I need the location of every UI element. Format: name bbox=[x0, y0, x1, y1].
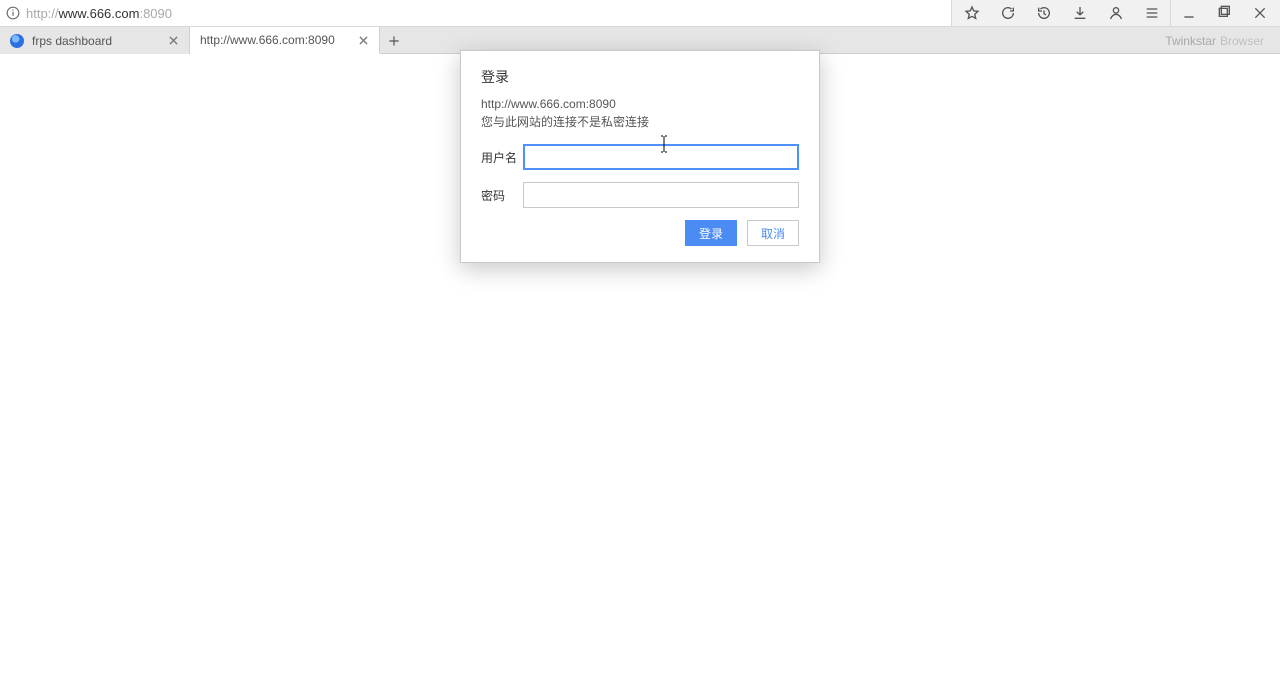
address-bar[interactable]: http://www.666.com:8090 bbox=[0, 0, 952, 27]
browser-toolbar: http://www.666.com:8090 bbox=[0, 0, 1280, 27]
minimize-icon bbox=[1181, 5, 1197, 21]
menu-button[interactable] bbox=[1134, 0, 1170, 27]
close-icon bbox=[359, 36, 368, 45]
reload-icon bbox=[1000, 5, 1016, 21]
dialog-button-row: 登录 取消 bbox=[481, 220, 799, 246]
account-button[interactable] bbox=[1098, 0, 1134, 27]
tab-title: frps dashboard bbox=[32, 34, 165, 48]
tab-title: http://www.666.com:8090 bbox=[200, 33, 355, 47]
dialog-title: 登录 bbox=[481, 67, 799, 87]
window-minimize-button[interactable] bbox=[1170, 0, 1206, 27]
history-icon bbox=[1036, 5, 1052, 21]
maximize-icon bbox=[1216, 5, 1232, 21]
favicon-icon bbox=[10, 34, 24, 48]
username-input[interactable] bbox=[523, 144, 799, 170]
downloads-button[interactable] bbox=[1062, 0, 1098, 27]
window-close-button[interactable] bbox=[1242, 0, 1278, 27]
url-port: :8090 bbox=[139, 6, 172, 21]
history-button[interactable] bbox=[1026, 0, 1062, 27]
password-label: 密码 bbox=[481, 187, 523, 204]
brand-name: Twinkstar bbox=[1165, 34, 1216, 48]
url-host: www.666.com bbox=[59, 6, 140, 21]
brand-suffix: Browser bbox=[1220, 34, 1264, 48]
close-icon bbox=[1252, 5, 1268, 21]
dialog-warning: 您与此网站的连接不是私密连接 bbox=[481, 113, 799, 130]
info-icon bbox=[6, 6, 20, 20]
new-tab-button[interactable] bbox=[380, 27, 408, 54]
toolbar-icon-group bbox=[952, 0, 1280, 26]
bookmark-button[interactable] bbox=[954, 0, 990, 27]
username-label: 用户名 bbox=[481, 149, 523, 166]
tab-close-button[interactable] bbox=[355, 32, 371, 48]
account-icon bbox=[1108, 5, 1124, 21]
tab-frps-dashboard[interactable]: frps dashboard bbox=[0, 27, 190, 54]
plus-icon bbox=[387, 34, 401, 48]
page-viewport: 登录 http://www.666.com:8090 您与此网站的连接不是私密连… bbox=[0, 54, 1280, 683]
window-maximize-button[interactable] bbox=[1206, 0, 1242, 27]
login-button[interactable]: 登录 bbox=[685, 220, 737, 246]
site-info-button[interactable] bbox=[0, 6, 26, 20]
url-text: http://www.666.com:8090 bbox=[26, 0, 951, 27]
password-row: 密码 bbox=[481, 182, 799, 208]
url-scheme: http:// bbox=[26, 6, 59, 21]
tab-close-button[interactable] bbox=[165, 33, 181, 49]
password-input[interactable] bbox=[523, 182, 799, 208]
menu-icon bbox=[1144, 5, 1160, 21]
star-icon bbox=[964, 5, 980, 21]
browser-brand: Twinkstar Browser bbox=[1165, 27, 1264, 54]
reload-button[interactable] bbox=[990, 0, 1026, 27]
tab-current-page[interactable]: http://www.666.com:8090 bbox=[190, 27, 380, 54]
cancel-button[interactable]: 取消 bbox=[747, 220, 799, 246]
close-icon bbox=[169, 36, 178, 45]
username-row: 用户名 bbox=[481, 144, 799, 170]
dialog-origin: http://www.666.com:8090 bbox=[481, 97, 799, 111]
download-icon bbox=[1072, 5, 1088, 21]
http-auth-dialog: 登录 http://www.666.com:8090 您与此网站的连接不是私密连… bbox=[460, 50, 820, 263]
